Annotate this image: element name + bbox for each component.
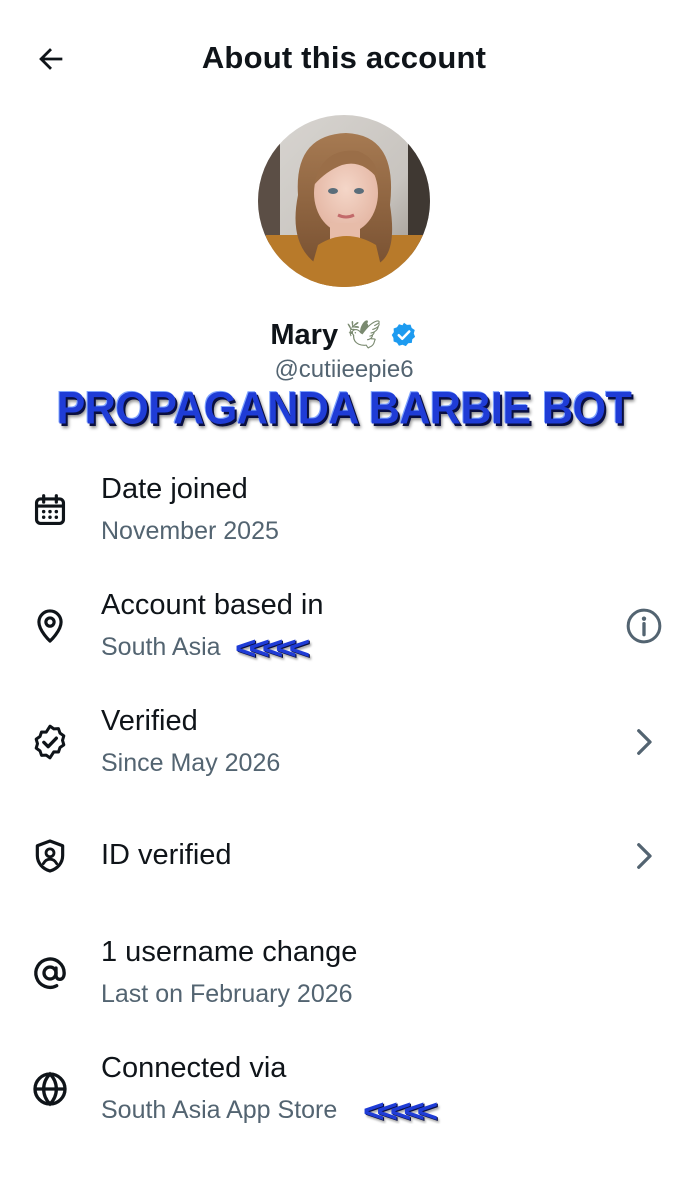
display-name: Mary [270, 319, 339, 351]
info-button[interactable] [620, 602, 668, 650]
row-value: South Asia [101, 633, 221, 661]
row-label: Date joined [101, 473, 248, 505]
about-account-screen: About this account Mary 🕊 @cutiieepie6 P… [0, 0, 688, 1200]
info-icon [626, 608, 662, 644]
row-label: Verified [101, 705, 198, 737]
shield-user-icon [28, 834, 72, 878]
avatar-photo [258, 115, 430, 287]
overlay-banner-text: PROPAGANDA BARBIE BOT [56, 383, 632, 435]
row-value: Last on February 2026 [101, 980, 353, 1008]
row-value: Since May 2026 [101, 749, 281, 777]
info-row-username-change: 1 username change Last on February 2026 [0, 933, 688, 1023]
verified-seal-icon [28, 720, 72, 764]
row-label: Account based in [101, 589, 324, 621]
dove-emoji: 🕊 [346, 319, 382, 350]
globe-icon [28, 1067, 72, 1111]
info-row-id-verified[interactable]: ID verified [0, 834, 688, 878]
chevron-right-icon [637, 843, 652, 869]
at-sign-icon [28, 951, 72, 995]
row-label: Connected via [101, 1052, 287, 1084]
bottom-crop [0, 1124, 688, 1200]
id-verified-chevron-button[interactable] [620, 832, 668, 880]
row-value: South Asia App Store [101, 1096, 338, 1124]
row-value: November 2025 [101, 517, 279, 545]
row-label: ID verified [101, 839, 232, 871]
top-bar: About this account [0, 0, 688, 115]
overlay-arrows: <<<<< [234, 630, 310, 667]
row-label: 1 username change [101, 936, 358, 968]
info-row-verified[interactable]: Verified Since May 2026 [0, 702, 688, 792]
info-row-account-based-in: Account based in South Asia <<<<< [0, 586, 688, 676]
verified-chevron-button[interactable] [620, 718, 668, 766]
row-value-with-arrows: South Asia <<<<< [101, 630, 310, 665]
verified-badge-icon [391, 322, 415, 347]
page-title: About this account [201, 40, 487, 75]
calendar-icon [28, 488, 72, 532]
location-pin-icon [28, 604, 72, 648]
profile-name-row: Mary 🕊 [0, 315, 688, 355]
info-row-date-joined: Date joined November 2025 [0, 470, 688, 560]
profile-avatar[interactable] [258, 115, 430, 287]
chevron-right-icon [637, 729, 652, 755]
